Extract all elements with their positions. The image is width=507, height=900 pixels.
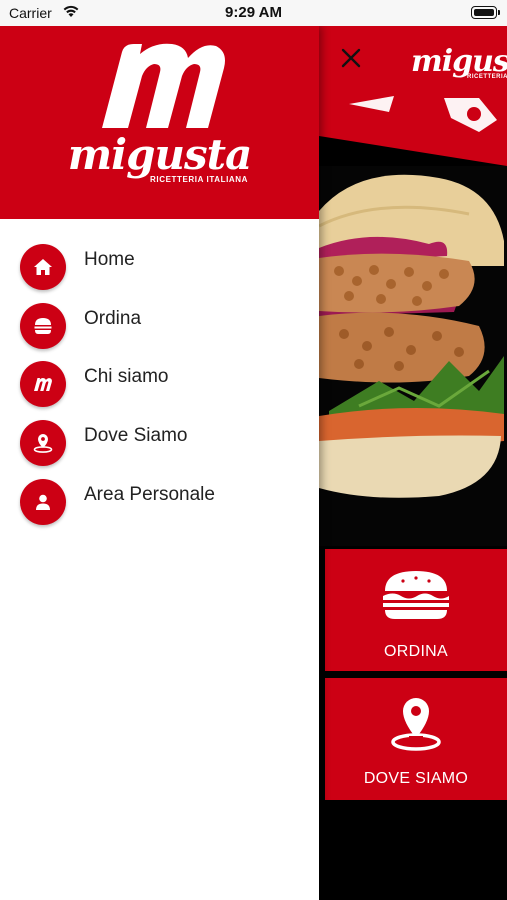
- user-icon: [20, 478, 66, 525]
- menu-item-label: Home: [84, 249, 135, 270]
- menu-item-label: Chi siamo: [84, 366, 169, 388]
- decorative-banner: [319, 96, 507, 166]
- dove-siamo-tile[interactable]: DOVE SIAMO: [325, 678, 507, 800]
- side-drawer: migusta RICETTERIA ITALIANA Home Ordina: [0, 26, 319, 900]
- menu-item-label: Dove Siamo: [84, 425, 188, 447]
- ordina-tile[interactable]: ORDINA: [325, 549, 507, 671]
- brand-logo-mark: [102, 43, 225, 128]
- menu-item-area-personale[interactable]: Area Personale: [0, 473, 319, 532]
- burger-icon: [383, 571, 449, 619]
- main-content: migusta RICETTERIA ITALIANA: [319, 26, 507, 900]
- brand-tagline: RICETTERIA ITALIANA: [150, 175, 249, 184]
- menu-item-home[interactable]: Home: [0, 238, 319, 297]
- location-pin-icon: [391, 698, 441, 751]
- close-icon[interactable]: [337, 44, 365, 72]
- menu-item-dove-siamo[interactable]: Dove Siamo: [0, 414, 319, 473]
- menu-item-ordina[interactable]: Ordina: [0, 297, 319, 356]
- drawer-header: migusta RICETTERIA ITALIANA: [0, 26, 319, 219]
- menu-item-label: Ordina: [84, 307, 142, 329]
- status-bar: Carrier 9:29 AM: [0, 0, 507, 26]
- menu-item-chi-siamo[interactable]: Chi siamo: [0, 355, 319, 414]
- burger-photo: [319, 166, 507, 546]
- header-logo: migusta RICETTERIA ITALIANA: [411, 44, 507, 80]
- logo-m-icon: [20, 361, 66, 408]
- dove-siamo-tile-label: DOVE SIAMO: [363, 770, 469, 787]
- main-header: migusta RICETTERIA ITALIANA: [319, 26, 507, 96]
- menu-item-label: Area Personale: [84, 483, 215, 505]
- drawer-menu: Home Ordina Chi siamo Dove Siamo Area Pe…: [0, 238, 319, 531]
- status-time: 9:29 AM: [225, 4, 282, 21]
- battery-icon: [471, 6, 500, 19]
- burger-icon: [20, 302, 66, 349]
- home-icon: [20, 244, 66, 290]
- ordina-tile-label: ORDINA: [383, 643, 449, 660]
- brand-logo-word: migusta: [67, 130, 253, 179]
- location-pin-icon: [20, 420, 66, 467]
